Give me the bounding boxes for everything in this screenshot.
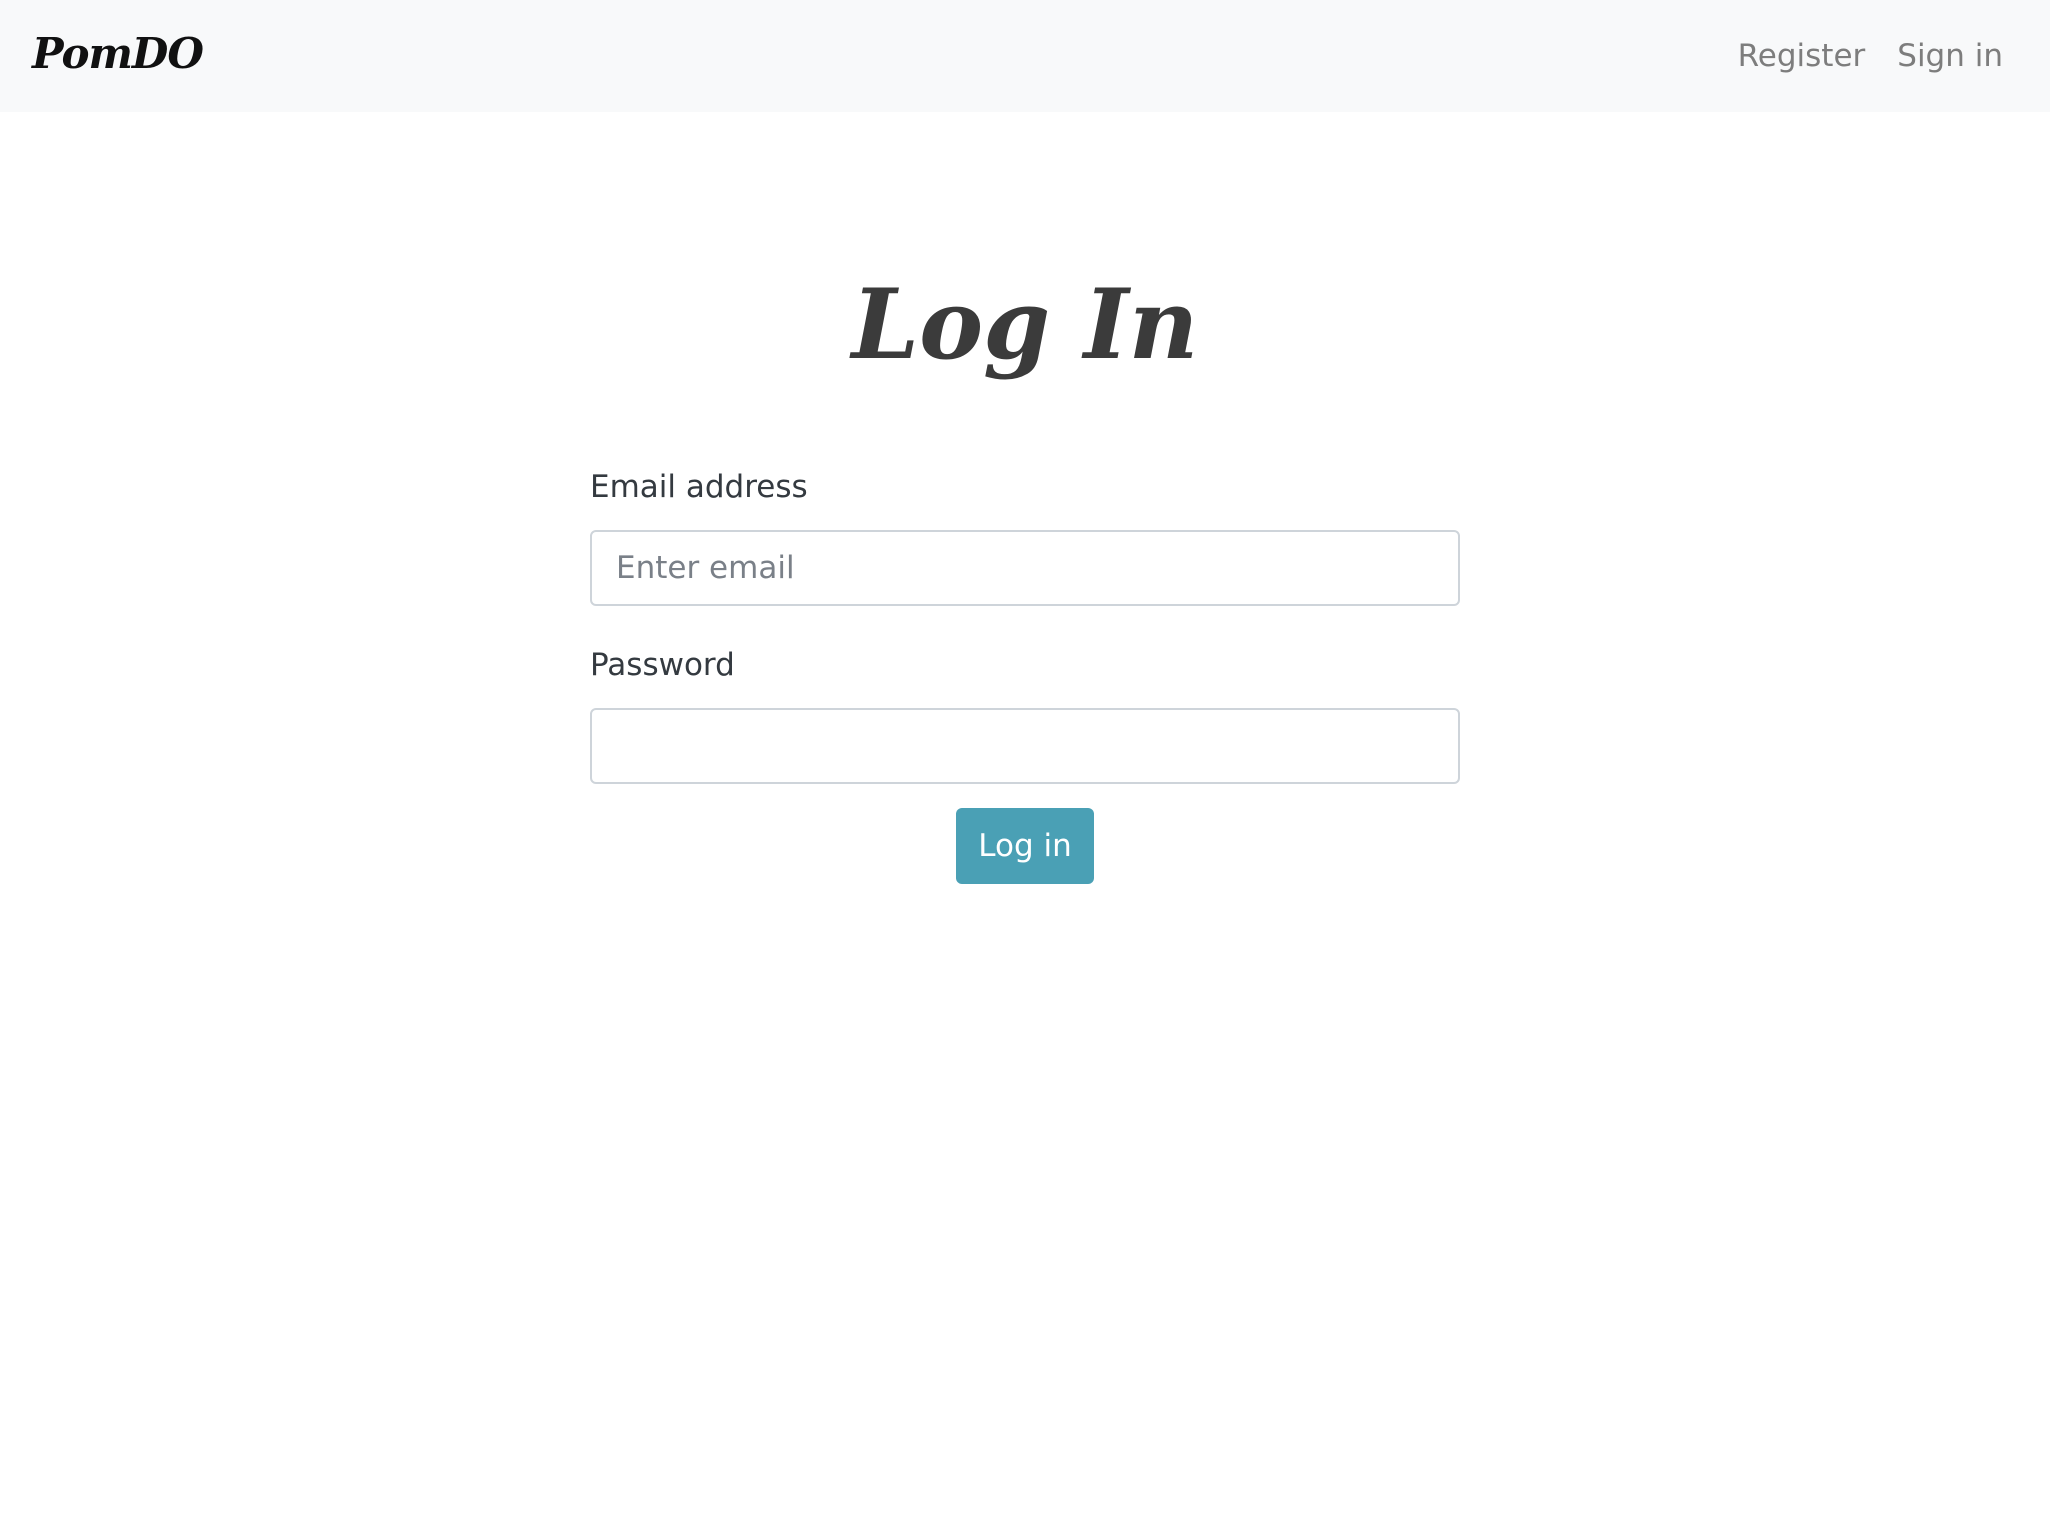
email-input[interactable] (590, 530, 1460, 606)
login-button[interactable]: Log in (956, 808, 1094, 884)
email-label: Email address (590, 469, 808, 505)
nav-link-register[interactable]: Register (1738, 34, 1866, 78)
field-spacer (590, 606, 1460, 640)
nav-links: Register Sign in (1738, 34, 2003, 78)
page-title: Log In (851, 268, 1199, 381)
password-input[interactable] (590, 708, 1460, 784)
brand-logo[interactable]: PomDO (32, 26, 204, 82)
login-form: Email address Password (590, 462, 1460, 784)
navbar: PomDO Register Sign in (0, 0, 2050, 112)
submit-row: Log in (0, 808, 2050, 884)
password-label: Password (590, 647, 735, 683)
nav-link-sign-in[interactable]: Sign in (1897, 34, 2003, 78)
